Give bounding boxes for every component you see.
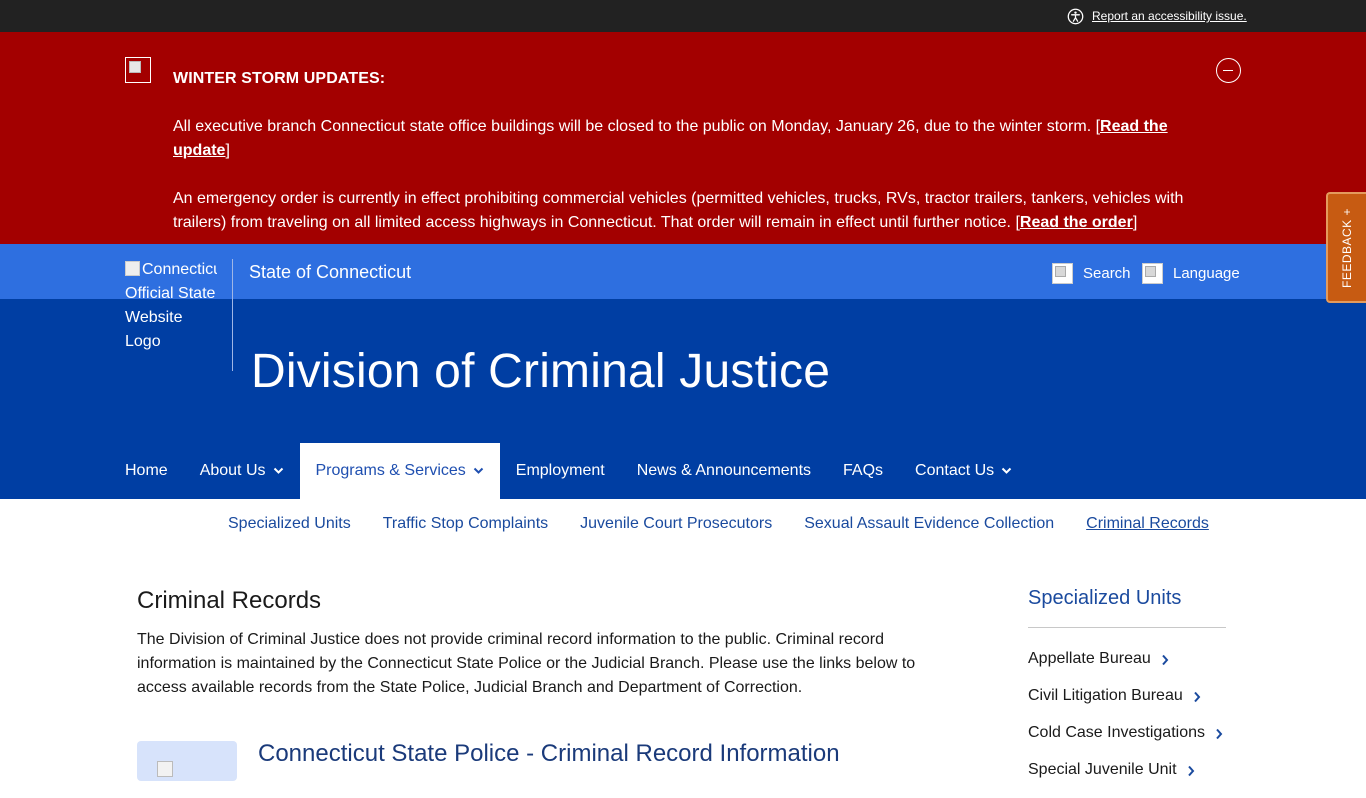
- subnav-criminal-records[interactable]: Criminal Records: [1086, 515, 1209, 533]
- subnav-traffic-stop-complaints[interactable]: Traffic Stop Complaints: [383, 515, 548, 533]
- nav-employment[interactable]: Employment: [500, 443, 621, 499]
- sidebar-list: Appellate Bureau Civil Litigation Bureau…: [1028, 650, 1223, 798]
- state-police-record-link[interactable]: Connecticut State Police - Criminal Reco…: [258, 740, 840, 768]
- sidebar-item-label: Appellate Bureau: [1028, 650, 1151, 667]
- alert-title: WINTER STORM UPDATES:: [173, 70, 386, 87]
- nav-faqs[interactable]: FAQs: [827, 443, 899, 499]
- accessibility-link-text[interactable]: Report an accessibility issue.: [1092, 9, 1247, 23]
- alert-paragraph-2: An emergency order is currently in effec…: [173, 187, 1193, 235]
- accessibility-report-link[interactable]: Report an accessibility issue.: [1067, 6, 1247, 26]
- intro-text: The Division of Criminal Justice does no…: [137, 631, 916, 696]
- winter-storm-alert: WINTER STORM UPDATES: All executive bran…: [0, 32, 1366, 244]
- logo-alt-line-1: Connecticut's: [142, 261, 217, 278]
- sidebar-divider: [1028, 627, 1226, 628]
- alert-p1-text: All executive branch Connecticut state o…: [173, 118, 1101, 135]
- sidebar-item-appellate-bureau[interactable]: Appellate Bureau: [1028, 650, 1223, 687]
- nav-about-us[interactable]: About Us: [184, 443, 300, 499]
- nav-label: About Us: [199, 462, 266, 479]
- language-label: Language: [1173, 265, 1240, 282]
- accessibility-icon: [1067, 8, 1084, 24]
- chevron-right-icon: [1216, 728, 1223, 740]
- search-button[interactable]: Search: [1052, 263, 1131, 284]
- nav-contact-us[interactable]: Contact Us: [899, 443, 1028, 499]
- card-thumbnail: [137, 741, 237, 781]
- nav-programs-services[interactable]: Programs & Services: [299, 443, 500, 499]
- sidebar-heading: Specialized Units: [1028, 587, 1182, 609]
- page-title: Criminal Records: [137, 587, 322, 614]
- sidebar-item-special-juvenile[interactable]: Special Juvenile Unit: [1028, 761, 1223, 798]
- subnav-sexual-assault-evidence[interactable]: Sexual Assault Evidence Collection: [804, 515, 1054, 533]
- logo-alt-text: Official State Website Logo: [125, 285, 216, 350]
- nav-label: Home: [125, 462, 168, 479]
- nav-label: FAQs: [843, 462, 884, 479]
- chevron-down-icon: [1001, 467, 1012, 474]
- language-button[interactable]: Language: [1142, 263, 1240, 284]
- utility-bar: Report an accessibility issue.: [0, 0, 1366, 32]
- nav-news-announcements[interactable]: News & Announcements: [621, 443, 827, 499]
- chevron-right-icon: [1187, 765, 1194, 777]
- sidebar-item-label: Cold Case Investigations: [1028, 724, 1205, 741]
- feedback-tab[interactable]: FEEDBACK +: [1326, 192, 1366, 303]
- nav-label: Contact Us: [915, 462, 995, 479]
- alert-image: [125, 57, 151, 83]
- chevron-right-icon: [1194, 691, 1201, 703]
- search-icon: [1052, 263, 1073, 284]
- search-label: Search: [1083, 265, 1131, 282]
- sub-nav: Specialized Units Traffic Stop Complaint…: [228, 515, 1209, 533]
- sidebar-item-label: Special Juvenile Unit: [1028, 761, 1177, 778]
- chevron-down-icon: [473, 467, 483, 474]
- alert-p1-end: ]: [225, 142, 230, 159]
- sidebar-item-label: Civil Litigation Bureau: [1028, 687, 1183, 704]
- chevron-right-icon: [1162, 654, 1169, 666]
- feedback-label: FEEDBACK +: [1340, 207, 1354, 288]
- site-title: Division of Criminal Justice: [251, 345, 831, 398]
- alert-paragraph-1: All executive branch Connecticut state o…: [173, 115, 1203, 163]
- alert-collapse-button[interactable]: [1216, 58, 1241, 83]
- main-nav: Home About Us Programs & Services Employ…: [109, 443, 1028, 499]
- state-logo[interactable]: Connecticut's Official State Website Log…: [125, 258, 217, 354]
- alert-p2-end: ]: [1132, 214, 1138, 231]
- nav-label: Programs & Services: [315, 462, 466, 479]
- subnav-specialized-units[interactable]: Specialized Units: [228, 515, 351, 533]
- chevron-down-icon: [273, 467, 283, 474]
- nav-label: Employment: [515, 462, 605, 479]
- sidebar-item-civil-litigation[interactable]: Civil Litigation Bureau: [1028, 687, 1223, 724]
- sidebar-item-cold-case[interactable]: Cold Case Investigations: [1028, 724, 1223, 761]
- logo-divider: [232, 259, 233, 371]
- nav-home[interactable]: Home: [109, 443, 184, 499]
- read-the-order-link[interactable]: Read the order: [1020, 214, 1133, 231]
- language-icon: [1142, 263, 1163, 284]
- nav-label: News & Announcements: [636, 462, 812, 479]
- state-of-connecticut-link[interactable]: State of Connecticut: [249, 262, 411, 283]
- broken-image-icon: [125, 261, 140, 276]
- subnav-juvenile-court-prosecutors[interactable]: Juvenile Court Prosecutors: [580, 515, 772, 533]
